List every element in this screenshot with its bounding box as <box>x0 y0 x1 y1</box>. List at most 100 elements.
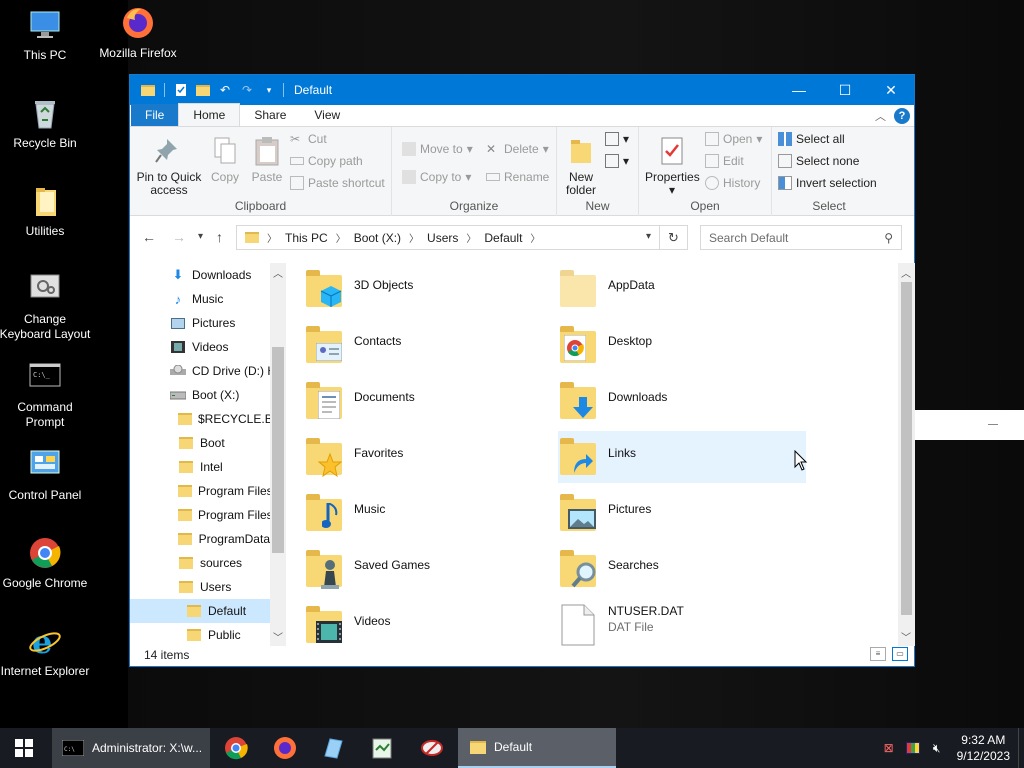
folder-item-videos[interactable]: Videos <box>304 599 552 646</box>
folder-item-3d-objects[interactable]: 3D Objects <box>304 263 552 315</box>
scroll-down-arrow[interactable]: ﹀ <box>270 629 286 644</box>
folder-item-saved-games[interactable]: Saved Games <box>304 543 552 595</box>
network-icon[interactable]: ⊠ <box>877 741 901 755</box>
tab-file[interactable]: File <box>131 104 179 126</box>
search-input[interactable]: Search Default ⚲ <box>700 225 902 250</box>
select-all-button[interactable]: Select all <box>778 129 845 149</box>
properties-button[interactable]: Properties ▾ <box>645 135 700 197</box>
show-desktop-button[interactable] <box>1018 728 1024 768</box>
large-icons-view-button[interactable]: ▭ <box>892 647 908 661</box>
navigation-scrollbar[interactable]: ︿ ﹀ <box>270 263 286 646</box>
nav-item-boot[interactable]: Boot <box>178 431 270 455</box>
desktop-icon-google-chrome[interactable]: Google Chrome <box>0 536 93 591</box>
folder-item-desktop[interactable]: Desktop <box>558 319 806 371</box>
nav-item-music[interactable]: ♪ Music <box>170 287 270 311</box>
folder-item-searches[interactable]: Searches <box>558 543 806 595</box>
delete-button[interactable]: ✕ Delete ▾ <box>486 139 549 159</box>
address-bar[interactable]: 〉 This PC 〉 Boot (X:) 〉 Users 〉 Default … <box>236 225 660 250</box>
volume-muted-icon[interactable]: 🔇︎ <box>925 741 949 756</box>
details-view-button[interactable]: ≡ <box>870 647 886 661</box>
scroll-up-arrow[interactable]: ︿ <box>898 265 914 280</box>
nav-item-cd-drive-d-h[interactable]: CD Drive (D:) H <box>170 359 276 383</box>
scroll-thumb[interactable] <box>901 282 912 615</box>
folder-item-ntuser-dat[interactable]: NTUSER.DAT DAT File <box>558 599 806 646</box>
forward-button[interactable]: → <box>172 229 186 245</box>
folder-item-appdata[interactable]: AppData <box>558 263 806 315</box>
display-icon[interactable] <box>901 742 925 754</box>
nav-item-public[interactable]: Public <box>186 623 270 646</box>
taskbar-chrome-icon[interactable] <box>224 736 248 760</box>
chevron-right-icon[interactable]: 〉 <box>530 230 540 245</box>
undo-icon[interactable]: ↶ <box>215 81 235 99</box>
back-button[interactable]: ← <box>142 229 156 245</box>
history-button[interactable]: History <box>705 173 760 193</box>
chevron-right-icon[interactable]: 〉 <box>409 230 419 245</box>
taskbar-tool-icon[interactable] <box>420 736 444 760</box>
nav-item-programdata[interactable]: ProgramData <box>178 527 270 551</box>
desktop-icon-internet-explorer[interactable]: e Internet Explorer <box>0 623 93 679</box>
recent-locations-button[interactable]: ▾ <box>198 231 203 242</box>
invert-selection-button[interactable]: Invert selection <box>778 173 877 193</box>
new-item-button[interactable]: ▾ <box>605 129 629 149</box>
rename-button[interactable]: Rename <box>486 167 549 187</box>
breadcrumb-users[interactable]: Users <box>427 231 458 245</box>
folder-item-documents[interactable]: Documents <box>304 375 552 427</box>
desktop-icon-change-keyboard-layout[interactable]: Change Keyboard Layout <box>0 272 93 342</box>
pin-to-quick-access-button[interactable]: Pin to Quick access <box>136 135 202 197</box>
new-folder-button[interactable]: New folder <box>561 135 601 197</box>
redo-icon[interactable]: ↷ <box>237 81 257 99</box>
properties-icon[interactable] <box>171 81 191 99</box>
desktop-icon-this-pc[interactable]: This PC <box>0 8 93 63</box>
chevron-right-icon[interactable]: 〉 <box>336 230 346 245</box>
scroll-up-arrow[interactable]: ︿ <box>270 265 286 280</box>
folder-item-music[interactable]: Music <box>304 487 552 539</box>
desktop-icon-recycle-bin[interactable]: Recycle Bin <box>0 96 93 151</box>
chevron-down-icon[interactable]: ▾ <box>259 81 279 99</box>
open-button[interactable]: Open ▾ <box>705 129 762 149</box>
desktop-icon-control-panel[interactable]: Control Panel <box>0 448 93 503</box>
desktop-icon-firefox[interactable]: Mozilla Firefox <box>90 6 186 61</box>
copy-button[interactable]: Copy <box>204 135 246 184</box>
paste-shortcut-button[interactable]: Paste shortcut <box>290 173 385 193</box>
copy-to-button[interactable]: Copy to ▾ <box>402 167 471 187</box>
cut-button[interactable]: ✂ Cut <box>290 129 327 149</box>
close-button[interactable]: ✕ <box>868 75 914 105</box>
chevron-right-icon[interactable]: 〉 <box>466 230 476 245</box>
title-bar[interactable]: ↶ ↷ ▾ Default — ☐ ✕ <box>130 75 914 105</box>
taskbar-firefox-icon[interactable] <box>273 736 297 760</box>
maximize-button[interactable]: ☐ <box>822 75 868 105</box>
minimize-button[interactable]: — <box>776 75 822 105</box>
paste-button[interactable]: Paste <box>247 135 287 184</box>
start-button[interactable] <box>0 728 48 768</box>
desktop-icon-utilities[interactable]: Utilities <box>0 184 93 239</box>
address-dropdown-button[interactable]: ▾ <box>646 231 651 242</box>
scroll-down-arrow[interactable]: ﹀ <box>898 629 914 644</box>
help-icon[interactable]: ? <box>894 108 910 124</box>
taskbar-file-explorer[interactable]: Default <box>458 728 616 768</box>
select-none-button[interactable]: Select none <box>778 151 859 171</box>
refresh-button[interactable]: ↻ <box>660 225 688 250</box>
nav-item-users[interactable]: Users <box>178 575 270 599</box>
folder-item-downloads[interactable]: Downloads <box>558 375 806 427</box>
clock[interactable]: 9:32 AM 9/12/2023 <box>949 732 1018 764</box>
new-folder-icon[interactable] <box>193 81 213 99</box>
folder-item-links[interactable]: Links <box>558 431 806 483</box>
scroll-thumb[interactable] <box>272 347 284 553</box>
content-scrollbar[interactable]: ︿ ﹀ <box>898 263 915 646</box>
tab-share[interactable]: Share <box>240 104 300 126</box>
nav-item-program-files[interactable]: Program Files <box>178 479 273 503</box>
nav-item-program-files[interactable]: Program Files <box>178 503 273 527</box>
nav-item-pictures[interactable]: Pictures <box>170 311 270 335</box>
taskbar-notepad-icon[interactable] <box>370 736 394 760</box>
desktop-icon-command-prompt[interactable]: C:\_ Command Prompt <box>0 360 93 430</box>
nav-item-default[interactable]: Default <box>130 599 270 623</box>
edit-button[interactable]: Edit <box>705 151 744 171</box>
folder-item-contacts[interactable]: Contacts <box>304 319 552 371</box>
breadcrumb-this-pc[interactable]: This PC <box>285 231 328 245</box>
chevron-up-icon[interactable]: ︿ <box>875 108 886 124</box>
tab-view[interactable]: View <box>300 104 354 126</box>
tab-home[interactable]: Home <box>178 103 241 126</box>
nav-item-downloads[interactable]: ⬇ Downloads <box>170 263 270 287</box>
nav-item-recycle-bin[interactable]: $RECYCLE.BIN <box>178 407 285 431</box>
taskbar-app-icon[interactable] <box>321 736 345 760</box>
